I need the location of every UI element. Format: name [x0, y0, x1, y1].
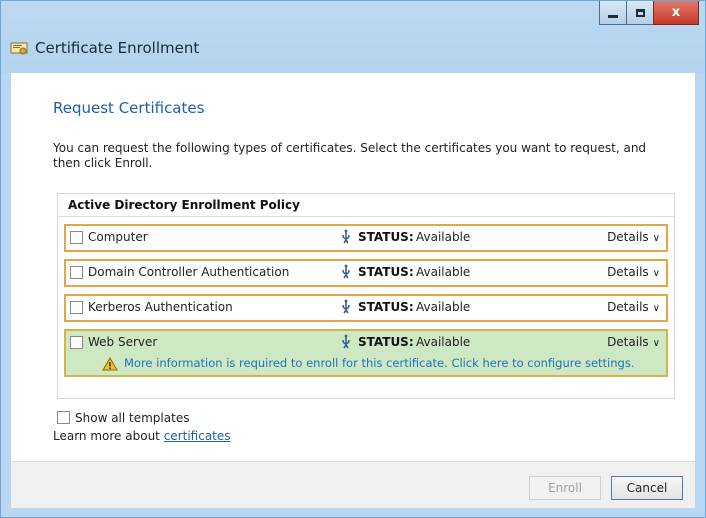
certificate-row-computer[interactable]: Computer STATUS: Available Details ∨	[64, 224, 668, 252]
enroll-button[interactable]: Enroll	[529, 476, 601, 500]
certificate-row-domain-controller-authentication[interactable]: Domain Controller Authentication STATUS:…	[64, 259, 668, 287]
minimize-button[interactable]	[599, 1, 627, 25]
status-label: STATUS:	[358, 335, 414, 349]
maximize-icon	[635, 8, 645, 17]
chevron-down-icon: ∨	[652, 338, 660, 349]
status-label: STATUS:	[358, 300, 414, 314]
policy-header: Active Directory Enrollment Policy	[68, 198, 300, 212]
status-label: STATUS:	[358, 230, 414, 244]
policy-divider	[58, 216, 674, 217]
show-all-templates-label: Show all templates	[75, 411, 190, 425]
status-value: Available	[416, 230, 471, 244]
certificate-name: Web Server	[88, 335, 158, 349]
certificate-name: Kerberos Authentication	[88, 300, 233, 314]
configure-settings-link[interactable]: More information is required to enroll f…	[124, 356, 634, 370]
window-title: Certificate Enrollment	[35, 39, 200, 57]
info-status-icon	[342, 229, 350, 244]
chevron-down-icon: ∨	[652, 233, 660, 244]
show-all-templates-checkbox[interactable]	[57, 411, 70, 424]
status-label: STATUS:	[358, 265, 414, 279]
details-toggle[interactable]: Details ∨	[607, 335, 660, 349]
close-icon: x	[671, 5, 681, 20]
status-value: Available	[416, 300, 471, 314]
status-value: Available	[416, 265, 471, 279]
details-label: Details	[607, 335, 649, 349]
chevron-down-icon: ∨	[652, 268, 660, 279]
certificate-name: Domain Controller Authentication	[88, 265, 290, 279]
minimize-icon	[608, 15, 618, 18]
learn-more-text: Learn more about certificates	[53, 429, 231, 443]
certificate-checkbox[interactable]	[70, 231, 83, 244]
show-all-templates-option[interactable]: Show all templates	[57, 409, 189, 425]
page-heading: Request Certificates	[53, 99, 205, 117]
certificate-row-kerberos-authentication[interactable]: Kerberos Authentication STATUS: Availabl…	[64, 294, 668, 322]
cancel-button[interactable]: Cancel	[611, 476, 683, 500]
certificate-checkbox[interactable]	[70, 301, 83, 314]
close-button[interactable]: x	[653, 1, 699, 25]
info-status-icon	[342, 264, 350, 279]
maximize-button[interactable]	[626, 1, 654, 25]
intro-text: You can request the following types of c…	[53, 141, 647, 170]
warning-icon	[102, 357, 118, 371]
certificates-link[interactable]: certificates	[164, 429, 231, 443]
certificate-row-web-server[interactable]: Web Server STATUS: Available Details ∨ Mo…	[64, 329, 668, 377]
certificate-wizard-icon	[10, 42, 28, 55]
details-toggle[interactable]: Details ∨	[607, 230, 660, 244]
details-label: Details	[607, 300, 649, 314]
details-toggle[interactable]: Details ∨	[607, 300, 660, 314]
status-value: Available	[416, 335, 471, 349]
info-status-icon	[342, 334, 350, 349]
wizard-footer: Enroll Cancel	[11, 461, 695, 508]
details-label: Details	[607, 265, 649, 279]
info-status-icon	[342, 299, 350, 314]
chevron-down-icon: ∨	[652, 303, 660, 314]
certificate-checkbox[interactable]	[70, 336, 83, 349]
window-controls: x	[599, 1, 699, 27]
learn-more-prefix: Learn more about	[53, 429, 160, 443]
title-bar: x Certificate Enrollment	[1, 1, 705, 73]
certificate-name: Computer	[88, 230, 148, 244]
enrollment-policy-list: Active Directory Enrollment Policy Compu…	[57, 193, 675, 399]
certificate-enrollment-window: x Certificate Enrollment Request Certifi…	[0, 0, 706, 518]
details-toggle[interactable]: Details ∨	[607, 265, 660, 279]
certificate-checkbox[interactable]	[70, 266, 83, 279]
wizard-content: Request Certificates You can request the…	[11, 73, 695, 461]
details-label: Details	[607, 230, 649, 244]
